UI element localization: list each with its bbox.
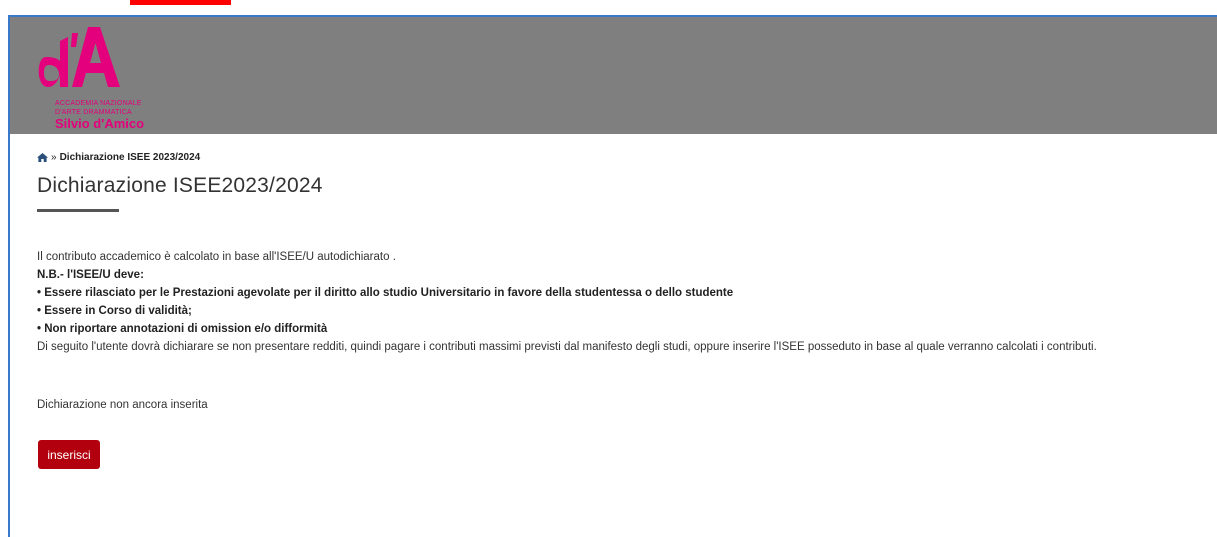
title-underline	[37, 209, 119, 212]
requirement-item: • Essere in Corso di validità;	[37, 305, 192, 317]
nb-heading: N.B.- l'ISEE/U deve:	[37, 269, 144, 281]
logo-mark-icon	[38, 27, 120, 87]
page-title: Dichiarazione ISEE2023/2024	[37, 174, 323, 197]
logo-line-1: ACCADEMIA NAZIONALE	[55, 100, 142, 107]
intro-line: Il contributo accademico è calcolato in …	[37, 251, 396, 263]
requirement-item: • Essere rilasciato per le Prestazioni a…	[37, 287, 734, 299]
breadcrumb-current: Dichiarazione ISEE 2023/2024	[59, 152, 201, 163]
declaration-status: Dichiarazione non ancora inserita	[37, 399, 208, 411]
annotation-mark	[130, 0, 231, 5]
main-content: » Dichiarazione ISEE 2023/2024 Dichiaraz…	[37, 134, 1217, 537]
requirement-item: • Non riportare annotazioni di omission …	[37, 323, 328, 335]
site-header: ACCADEMIA NAZIONALE D'ARTE DRAMMATICA Si…	[10, 17, 1217, 134]
breadcrumb: » Dichiarazione ISEE 2023/2024	[37, 152, 200, 163]
instruction-note: Di seguito l'utente dovrà dichiarare se …	[37, 341, 1097, 353]
info-text: Il contributo accademico è calcolato in …	[37, 248, 1097, 356]
logo-name: Silvio d'Amico	[55, 116, 145, 131]
app-frame: ACCADEMIA NAZIONALE D'ARTE DRAMMATICA Si…	[8, 15, 1217, 537]
breadcrumb-separator: »	[51, 152, 57, 163]
home-icon[interactable]	[37, 153, 48, 162]
academy-logo[interactable]: ACCADEMIA NAZIONALE D'ARTE DRAMMATICA Si…	[34, 23, 162, 131]
insert-button[interactable]: inserisci	[38, 440, 100, 469]
